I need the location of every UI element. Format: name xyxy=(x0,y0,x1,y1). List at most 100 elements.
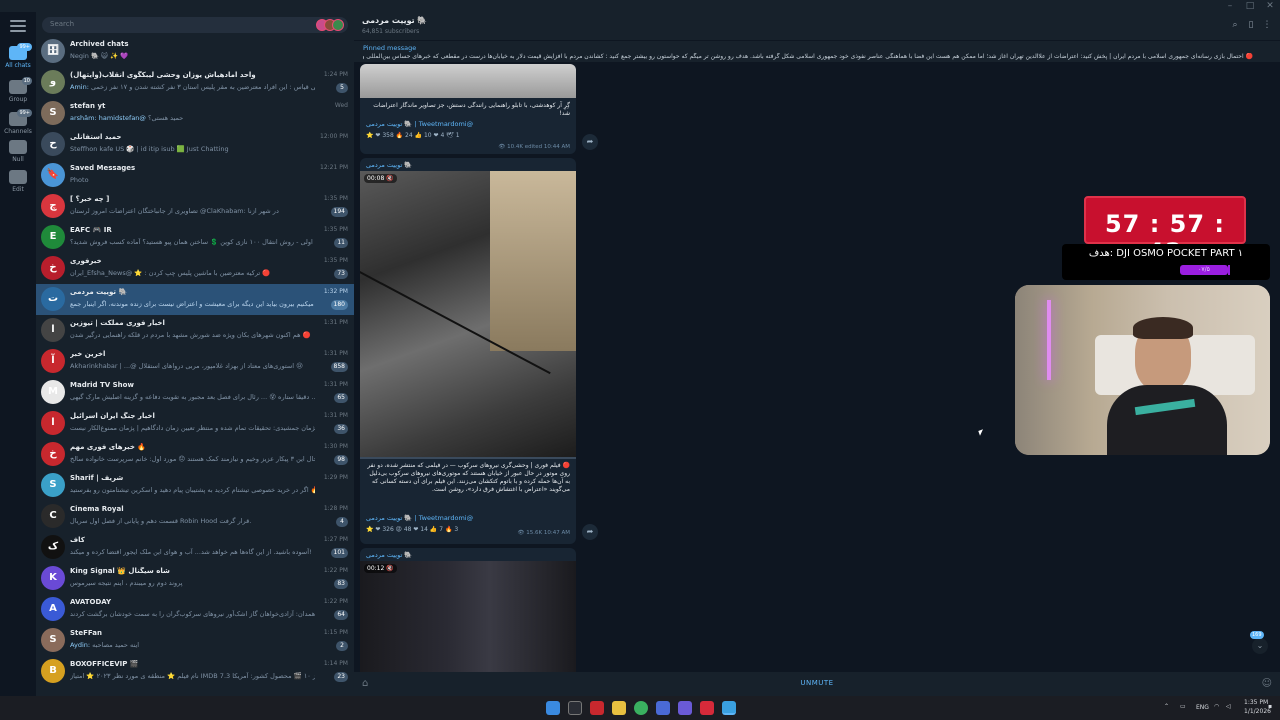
chat-preview: Negin 🐘 😺 ✨ 💜 xyxy=(70,52,315,60)
folder-channels[interactable]: 99+ Channels xyxy=(0,109,36,135)
forward-icon[interactable]: ➦ xyxy=(582,134,598,150)
preview-sender: arshām: hamidstefan@ xyxy=(70,114,146,122)
chat-list-item[interactable]: خ خبرفوری ایران_Efsha_News@ ⭐ : ترکیه معت… xyxy=(36,253,354,284)
chat-list-item[interactable]: C Cinema Royal قسمت دهم و پایانی از فصل ا… xyxy=(36,501,354,532)
chat-list-item[interactable]: M Madrid TV Show دقیقا ستاره 😵 ... رئال ب… xyxy=(36,377,354,408)
message-text: گِرِ آر کوهدشتی، با تابلو راهنمایی رانند… xyxy=(373,102,570,117)
close-icon[interactable]: ✕ xyxy=(1260,0,1280,12)
chat-preview: هم اکنون شهرهای بکان ویژه ضد شورش مشهد ب… xyxy=(70,331,315,339)
chrome-icon[interactable] xyxy=(634,701,648,715)
message-signature[interactable]: توییت مردمی 🐘 | Tweetmardomi@ xyxy=(366,120,473,128)
message-bubble[interactable]: توییت مردمی 🐘 00:08 🔇 🔴 فیلم فوری | وحشی… xyxy=(360,158,576,544)
chat-list-item[interactable]: K King Signal 👑 شاه سیگنال پروند دوم رو م… xyxy=(36,563,354,594)
preview-text: اینه حمید مصاحبه xyxy=(92,641,140,649)
avatar: و xyxy=(41,70,65,94)
more-icon[interactable]: ⋮ xyxy=(1262,20,1272,30)
search-icon[interactable] xyxy=(568,701,582,715)
menu-icon[interactable] xyxy=(10,20,26,32)
chat-list-item[interactable]: 🗄 Archived chats Negin 🐘 😺 ✨ 💜 xyxy=(36,36,354,67)
unread-count: 2 xyxy=(336,641,348,651)
app-icon[interactable] xyxy=(656,701,670,715)
chat-header[interactable]: توییت مردمی 🐘 64,851 subscribers ⌕ ▯ ⋮ xyxy=(354,12,1280,40)
sidebar-toggle-icon[interactable]: ▯ xyxy=(1246,20,1256,30)
chat-time: Wed xyxy=(334,102,348,109)
folder-edit[interactable]: Edit xyxy=(0,170,36,193)
avatar: A xyxy=(41,597,65,621)
preview-text: دقیقا ستاره 😵 ... رئال برای فصل بعد مجبو… xyxy=(70,393,315,401)
unmute-button[interactable]: UNMUTE xyxy=(354,679,1280,687)
chat-list-item[interactable]: ا اخبار جنگ ایران اسرائیل وکیل پژمان جمشی… xyxy=(36,408,354,439)
chat-list-item[interactable]: Sstefan yt arshām: hamidstefan@ حمید هستی… xyxy=(36,98,354,129)
unread-count: 36 xyxy=(334,424,348,434)
chat-time: 1:24 PM xyxy=(323,71,348,78)
message-video[interactable] xyxy=(360,561,576,678)
video-progress[interactable] xyxy=(360,457,576,459)
app-icon[interactable] xyxy=(700,701,714,715)
preview-text: حمید هستی؟ xyxy=(148,114,184,122)
folder-badge: 99+ xyxy=(17,43,32,51)
chat-name: EAFC 🎮 IR xyxy=(70,226,112,234)
chat-list-item[interactable]: آ آخرین خبر Akharinkhabar | ...@ استوری‌ه… xyxy=(36,346,354,377)
chat-list-item[interactable]: ک کاف آسوده باشید. از این گاه‌ها هم خواهد… xyxy=(36,532,354,563)
unread-count: 64 xyxy=(334,610,348,620)
chevron-up-icon[interactable]: ⌃ xyxy=(1164,703,1169,710)
chat-list-item[interactable]: خ خبرهای فوری مهم 🔥 حال این ۳ پیکار عزیز … xyxy=(36,439,354,470)
chat-preview: اگر در خرید خصوصی تیشتام کردید به پشتیبا… xyxy=(70,486,315,494)
volume-icon[interactable]: ◁ xyxy=(1226,703,1231,710)
forward-icon[interactable]: ➦ xyxy=(582,524,598,540)
chat-list-item[interactable]: A AVATODAY همدان: آزادی‌خواهان گاز اشک‌آو… xyxy=(36,594,354,625)
chat-list-item[interactable]: و واحد امادهباش یوزان وحشی لیبکگوی انقلاب… xyxy=(36,67,354,98)
language-indicator[interactable]: ENG xyxy=(1196,704,1209,711)
chat-list-item[interactable]: ت توییت مردمی 🐘 خواهش میکنیم بیرون بیاید … xyxy=(36,284,354,315)
maximize-icon[interactable]: □ xyxy=(1240,0,1260,12)
minimize-icon[interactable]: – xyxy=(1220,0,1240,12)
unread-count: 98 xyxy=(334,455,348,465)
chat-list-item[interactable]: چ [ چه خبر؟ ] تصاویری از جانباختگان اعترا… xyxy=(36,191,354,222)
app-icon[interactable] xyxy=(590,701,604,715)
start-icon[interactable] xyxy=(546,701,560,715)
chat-time: 1:32 PM xyxy=(323,288,348,295)
message-bubble[interactable]: گِرِ آر کوهدشتی، با تابلو راهنمایی رانند… xyxy=(360,64,576,154)
clock-time[interactable]: 1:35 PM xyxy=(1244,699,1268,706)
message-reactions[interactable]: ⭐ ❤ 358 🔥 24 👍 10 ❤ 4 🕊 1 xyxy=(366,132,460,139)
wifi-icon[interactable]: ◠ xyxy=(1214,703,1219,710)
message-bubble[interactable]: توییت مردمی 🐘 00:12 🔇 xyxy=(360,548,576,678)
message-video[interactable] xyxy=(360,171,576,457)
discord-icon[interactable] xyxy=(678,701,692,715)
webcam-overlay xyxy=(1015,285,1270,455)
folder-label: Edit xyxy=(12,186,24,193)
message-reactions[interactable]: ⭐ ❤ 326 😡 48 ❤ 14 👍 7 🔥 3 xyxy=(366,526,458,533)
unread-badge: 169 xyxy=(1250,631,1264,639)
unread-count: 65 xyxy=(334,393,348,403)
search-input[interactable]: Search xyxy=(42,17,348,33)
preview-text: همدان: آزادی‌خواهان گاز اشک‌آور نیروهای … xyxy=(70,610,315,618)
emoji-icon[interactable]: ☺ xyxy=(1262,678,1272,689)
avatar: ح xyxy=(41,132,65,156)
chat-list-item[interactable]: B BOXOFFICEVIP 🎬 نام فیلم ⭐ منطقه ی مورد … xyxy=(36,656,354,687)
unread-count: 73 xyxy=(334,269,348,279)
message-photo[interactable] xyxy=(360,64,576,98)
chat-list-item[interactable]: ح حمید استفانلی Steffhon kafe US 🎲 | id i… xyxy=(36,129,354,160)
folder-icon[interactable] xyxy=(612,701,626,715)
chat-preview: همدان: آزادی‌خواهان گاز اشک‌آور نیروهای … xyxy=(70,610,315,618)
telegram-icon[interactable] xyxy=(722,701,736,715)
chat-list-item[interactable]: E EAFC 🎮 IR اولی - روش انتقال ۱۰۰ نازی کو… xyxy=(36,222,354,253)
search-icon[interactable]: ⌕ xyxy=(1230,20,1240,30)
pinned-message-bar[interactable]: Pinned message 🔴 احتمال بازی رسانه‌ای جم… xyxy=(354,40,1280,62)
chat-name: Archived chats xyxy=(70,40,129,48)
message-signature[interactable]: توییت مردمی 🐘 | Tweetmardomi@ xyxy=(366,514,473,522)
stories-avatars[interactable] xyxy=(316,19,344,31)
folder-group[interactable]: 10 Group xyxy=(0,77,36,103)
chat-list-item[interactable]: S Sharif | شریف اگر در خرید خصوصی تیشتام … xyxy=(36,470,354,501)
chat-list-item[interactable]: S SteFFan Aydin: اینه حمید مصاحبه 1:15 PM 2 xyxy=(36,625,354,656)
chat-list-item[interactable]: 🔖 Saved Messages Photo 12:21 PM xyxy=(36,160,354,191)
tray-icon[interactable]: ▭ xyxy=(1180,703,1186,710)
clock-date[interactable]: 1/1/2026 xyxy=(1244,708,1271,715)
chat-preview: Photo xyxy=(70,176,315,184)
message-meta: 👁 10.4K edited 10:44 AM xyxy=(498,144,570,150)
notification-icon[interactable]: ▪ xyxy=(1268,703,1272,710)
folder-all-chats[interactable]: 99+ All chats xyxy=(0,43,36,69)
chat-list-item[interactable]: ا اخبار فوری مملکت | تیوزین هم اکنون شهره… xyxy=(36,315,354,346)
folder-null[interactable]: Null xyxy=(0,140,36,163)
scroll-down-button[interactable]: ⌄ 169 xyxy=(1250,631,1268,654)
